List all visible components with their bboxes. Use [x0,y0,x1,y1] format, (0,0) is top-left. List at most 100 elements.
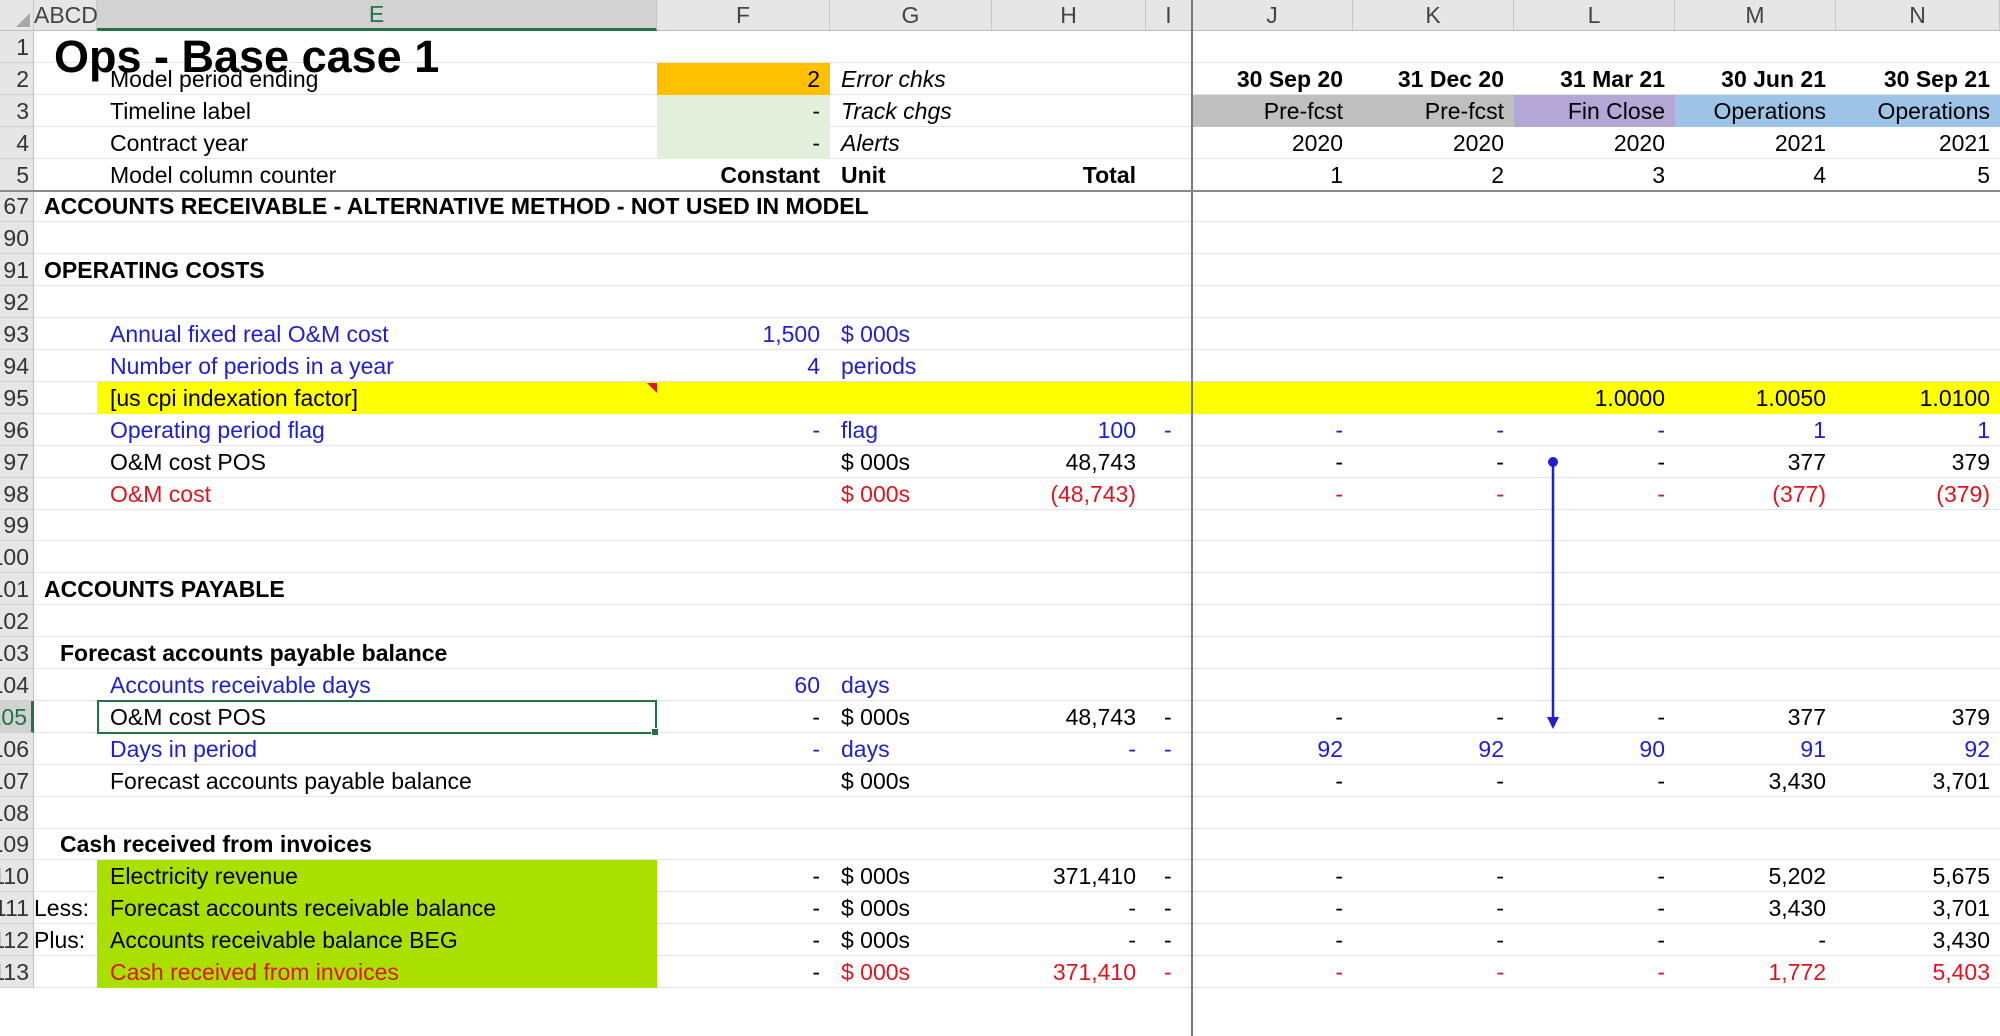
days-in-period-unit[interactable]: days [841,733,992,765]
annual-fixed-om-cost-label[interactable]: Annual fixed real O&M cost [110,318,657,350]
electricity-revenue-unit[interactable]: $ 000s [841,860,992,892]
cash-received-invoices-total[interactable]: 371,410 [992,956,1136,988]
cash-received-invoices-j[interactable]: - [1192,956,1343,988]
ar-balance-beg-constant[interactable]: - [657,924,820,956]
ap-om-cost-pos-k[interactable]: - [1353,701,1504,733]
forecast-ap-balance-unit[interactable]: $ 000s [841,765,992,797]
ar-balance-beg-m[interactable]: - [1675,924,1826,956]
electricity-revenue-constant[interactable]: - [657,860,820,892]
forecast-ar-balance-col-i[interactable]: - [1146,892,1192,924]
column-counter-m[interactable]: 4 [1675,159,1826,191]
row-header-2[interactable]: 2 [0,63,34,95]
cash-received-invoices-label[interactable]: Cash received from invoices [110,956,657,988]
row-header-93[interactable]: 93 [0,318,34,350]
om-cost-m[interactable]: (377) [1675,478,1826,510]
period-ending-k[interactable]: 31 Dec 20 [1353,63,1504,95]
cash-received-invoices-l[interactable]: - [1514,956,1665,988]
ap-om-cost-pos-m[interactable]: 377 [1675,701,1826,733]
cash-received-invoices-unit[interactable]: $ 000s [841,956,992,988]
electricity-revenue-label[interactable]: Electricity revenue [110,860,657,892]
section-accounts-payable[interactable]: ACCOUNTS PAYABLE [44,573,1000,605]
ar-days-label[interactable]: Accounts receivable days [110,669,657,701]
row-header-5[interactable]: 5 [0,159,34,191]
column-counter-label[interactable]: Model column counter [110,159,657,191]
column-counter-k[interactable]: 2 [1353,159,1504,191]
ar-balance-beg-total[interactable]: - [992,924,1136,956]
row-header-100[interactable]: 100 [0,541,34,573]
select-all-corner[interactable] [0,0,34,31]
days-in-period-col-i[interactable]: - [1146,733,1192,765]
column-header-l[interactable]: L [1514,0,1675,31]
cash-received-invoices-k[interactable]: - [1353,956,1504,988]
ar-balance-beg-k[interactable]: - [1353,924,1504,956]
om-cost-total[interactable]: (48,743) [992,478,1136,510]
period-ending-n[interactable]: 30 Sep 21 [1836,63,1990,95]
ap-om-cost-pos-total[interactable]: 48,743 [992,701,1136,733]
column-header-k[interactable]: K [1353,0,1514,31]
annual-fixed-om-cost-unit[interactable]: $ 000s [841,318,992,350]
row-header-98[interactable]: 98 [0,478,34,510]
row-header-3[interactable]: 3 [0,95,34,127]
row-header-104[interactable]: 104 [0,669,34,701]
ar-balance-beg-n[interactable]: 3,430 [1836,924,1990,956]
us-cpi-indexation-n[interactable]: 1.0100 [1836,382,1990,414]
forecast-ap-balance-m[interactable]: 3,430 [1675,765,1826,797]
column-counter-l[interactable]: 3 [1514,159,1665,191]
track-changes-label[interactable]: Track chgs [841,95,1192,127]
section-accounts-receivable-alt[interactable]: ACCOUNTS RECEIVABLE - ALTERNATIVE METHOD… [44,191,1400,222]
ar-days-unit[interactable]: days [841,669,992,701]
us-cpi-indexation-m[interactable]: 1.0050 [1675,382,1826,414]
om-cost-pos-m[interactable]: 377 [1675,446,1826,478]
forecast-ap-balance-n[interactable]: 3,701 [1836,765,1990,797]
operating-period-flag-n[interactable]: 1 [1836,414,1990,446]
constant-header[interactable]: Constant [657,159,820,191]
cash-received-invoices-constant[interactable]: - [657,956,820,988]
us-cpi-indexation-l[interactable]: 1.0000 [1514,382,1665,414]
ap-om-cost-pos-n[interactable]: 379 [1836,701,1990,733]
unit-header[interactable]: Unit [841,159,992,191]
column-counter-j[interactable]: 1 [1192,159,1343,191]
ap-om-cost-pos-unit[interactable]: $ 000s [841,701,992,733]
forecast-ar-balance-label[interactable]: Forecast accounts receivable balance [110,892,657,924]
row-header-113[interactable]: 113 [0,956,34,988]
column-header-f[interactable]: F [657,0,830,31]
forecast-ar-balance-constant[interactable]: - [657,892,820,924]
ap-om-cost-pos-j[interactable]: - [1192,701,1343,733]
periods-per-year-label[interactable]: Number of periods in a year [110,350,657,382]
operating-period-flag-constant[interactable]: - [657,414,820,446]
ar-balance-beg-label[interactable]: Accounts receivable balance BEG [110,924,657,956]
timeline-label-label[interactable]: Timeline label [110,95,657,127]
om-cost-j[interactable]: - [1192,478,1343,510]
om-cost-k[interactable]: - [1353,478,1504,510]
days-in-period-total[interactable]: - [992,733,1136,765]
row-header-109[interactable]: 109 [0,829,34,860]
days-in-period-l[interactable]: 90 [1514,733,1665,765]
electricity-revenue-l[interactable]: - [1514,860,1665,892]
days-in-period-label[interactable]: Days in period [110,733,657,765]
row-header-94[interactable]: 94 [0,350,34,382]
model-period-ending-value[interactable]: 2 [657,63,820,95]
row-header-110[interactable]: 110 [0,860,34,892]
days-in-period-constant[interactable]: - [657,733,820,765]
operating-period-flag-l[interactable]: - [1514,414,1665,446]
timeline-label-j[interactable]: Pre-fcst [1192,95,1343,127]
days-in-period-m[interactable]: 91 [1675,733,1826,765]
timeline-label-l[interactable]: Fin Close [1514,95,1665,127]
forecast-ar-balance-n[interactable]: 3,701 [1836,892,1990,924]
active-cell-selection[interactable] [97,700,659,736]
row-header-67[interactable]: 67 [0,191,34,222]
periods-per-year-constant[interactable]: 4 [657,350,820,382]
subsection-cash-received[interactable]: Cash received from invoices [60,829,1000,860]
ar-balance-beg-unit[interactable]: $ 000s [841,924,992,956]
column-header-abcd[interactable]: ABCD [34,0,98,31]
electricity-revenue-n[interactable]: 5,675 [1836,860,1990,892]
row-header-111[interactable]: 111 [0,892,34,924]
contract-year-value[interactable]: - [657,127,820,159]
om-cost-n[interactable]: (379) [1836,478,1990,510]
om-cost-pos-unit[interactable]: $ 000s [841,446,992,478]
forecast-ar-balance-unit[interactable]: $ 000s [841,892,992,924]
operating-period-flag-m[interactable]: 1 [1675,414,1826,446]
row-header-112[interactable]: 112 [0,924,34,956]
forecast-ar-balance-m[interactable]: 3,430 [1675,892,1826,924]
row-header-103[interactable]: 103 [0,637,34,669]
